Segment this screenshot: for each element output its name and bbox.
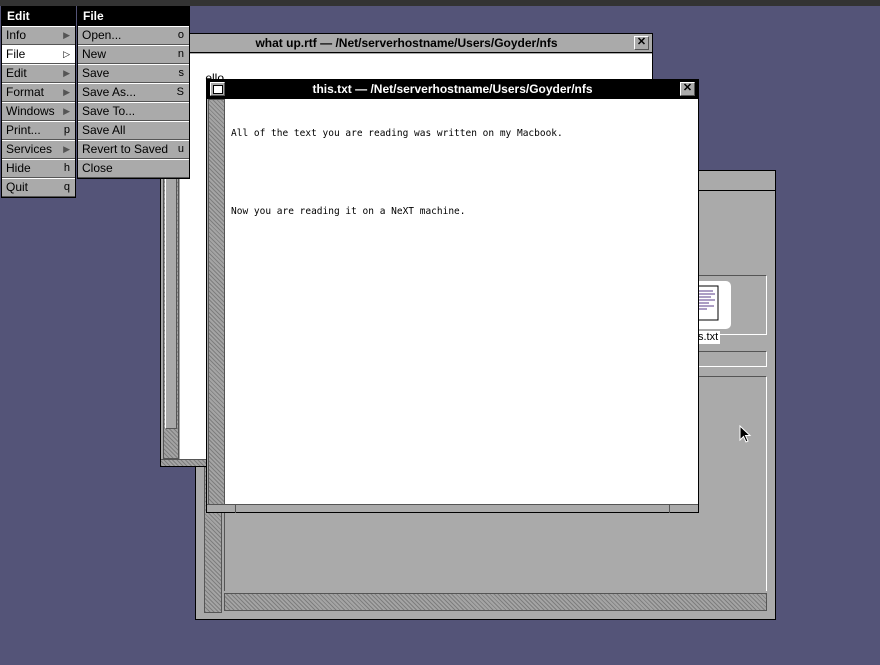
- menu-item-shortcut: p: [63, 124, 70, 136]
- menu-item-label: New: [82, 47, 107, 61]
- main-menu-items: Info ▶ File ▷ Edit ▶ Format ▶ Windows ▶ Print... p S…: [2, 26, 75, 197]
- submenu-arrow-icon: ▷: [63, 49, 70, 59]
- main-menu-item-windows[interactable]: Windows ▶: [2, 102, 75, 121]
- menu-item-label: Edit: [6, 66, 27, 80]
- menu-item-label: Save To...: [82, 104, 136, 118]
- file-menu-item-revert-to-saved[interactable]: Revert to Saved u: [78, 140, 189, 159]
- menu-item-shortcut: h: [63, 162, 70, 174]
- file-viewer-bottom-scrollbar[interactable]: [224, 593, 767, 611]
- txt-bottom-resize-bar[interactable]: [207, 504, 698, 513]
- menu-item-label: Hide: [6, 161, 31, 175]
- file-menu-title: File: [78, 7, 189, 26]
- txt-line-1: All of the text you are reading was writ…: [231, 128, 563, 139]
- txt-vertical-scrollbar[interactable]: [208, 99, 225, 505]
- rtf-window-title: what up.rtf — /Net/serverhostname/Users/…: [255, 36, 558, 50]
- menu-item-label: Services: [6, 142, 53, 156]
- submenu-arrow-icon: ▶: [63, 30, 70, 40]
- txt-window-titlebar[interactable]: this.txt — /Net/serverhostname/Users/Goy…: [207, 80, 698, 99]
- menu-item-label: Info: [6, 28, 27, 42]
- close-x-icon[interactable]: ✕: [634, 36, 649, 50]
- txt-document-window[interactable]: this.txt — /Net/serverhostname/Users/Goy…: [206, 79, 699, 513]
- main-menu-item-format[interactable]: Format ▶: [2, 83, 75, 102]
- main-menu[interactable]: Edit Info ▶ File ▷ Edit ▶ Format ▶ Windows ▶ Print…: [1, 6, 76, 198]
- menu-item-label: Close: [82, 161, 113, 175]
- menu-item-shortcut: s: [178, 67, 185, 79]
- file-menu-item-open[interactable]: Open... o: [78, 26, 189, 45]
- rtf-window-titlebar[interactable]: what up.rtf — /Net/serverhostname/Users/…: [161, 34, 652, 53]
- file-menu-item-save-to[interactable]: Save To...: [78, 102, 189, 121]
- file-menu[interactable]: File Open... o New n Save s Save As... S Save To…: [77, 6, 190, 179]
- main-menu-item-print[interactable]: Print... p: [2, 121, 75, 140]
- menu-item-label: Quit: [6, 180, 29, 194]
- main-menu-title: Edit: [2, 7, 75, 26]
- menu-item-label: Print...: [6, 123, 41, 137]
- menu-item-shortcut: n: [177, 48, 184, 60]
- main-menu-item-hide[interactable]: Hide h: [2, 159, 75, 178]
- file-menu-item-new[interactable]: New n: [78, 45, 189, 64]
- menu-item-label: Format: [6, 85, 45, 99]
- menu-item-label: Open...: [82, 28, 122, 42]
- close-x-icon[interactable]: ✕: [680, 82, 695, 96]
- menu-item-shortcut: u: [177, 143, 184, 155]
- file-menu-item-save-as[interactable]: Save As... S: [78, 83, 189, 102]
- main-menu-item-file[interactable]: File ▷: [2, 45, 75, 64]
- file-menu-item-save-all[interactable]: Save All: [78, 121, 189, 140]
- file-menu-item-save[interactable]: Save s: [78, 64, 189, 83]
- menu-item-label: Save: [82, 66, 110, 80]
- submenu-arrow-icon: ▶: [63, 106, 70, 116]
- main-menu-item-info[interactable]: Info ▶: [2, 26, 75, 45]
- menu-item-shortcut: S: [176, 86, 184, 98]
- submenu-arrow-icon: ▶: [63, 68, 70, 78]
- txt-text-area[interactable]: All of the text you are reading was writ…: [225, 99, 698, 504]
- file-menu-item-close[interactable]: Close: [78, 159, 189, 178]
- submenu-arrow-icon: ▶: [63, 144, 70, 154]
- file-menu-items: Open... o New n Save s Save As... S Save To... Sa…: [78, 26, 189, 178]
- menu-item-label: Save As...: [82, 85, 137, 99]
- menu-item-shortcut: q: [63, 181, 70, 193]
- menu-item-label: Save All: [82, 123, 126, 137]
- miniaturize-icon[interactable]: [210, 82, 225, 96]
- txt-line-2: [231, 166, 692, 179]
- mouse-pointer-icon: [739, 425, 752, 443]
- main-menu-item-services[interactable]: Services ▶: [2, 140, 75, 159]
- menu-item-shortcut: o: [177, 29, 184, 41]
- main-menu-item-quit[interactable]: Quit q: [2, 178, 75, 197]
- menu-item-label: File: [6, 47, 26, 61]
- file-icon-label: s.txt: [696, 331, 721, 344]
- menu-item-label: Revert to Saved: [82, 142, 169, 156]
- txt-window-title: this.txt — /Net/serverhostname/Users/Goy…: [312, 82, 593, 96]
- menu-item-label: Windows: [6, 104, 55, 118]
- txt-line-3: Now you are reading it on a NeXT machine…: [231, 206, 466, 217]
- submenu-arrow-icon: ▶: [63, 87, 70, 97]
- main-menu-item-edit[interactable]: Edit ▶: [2, 64, 75, 83]
